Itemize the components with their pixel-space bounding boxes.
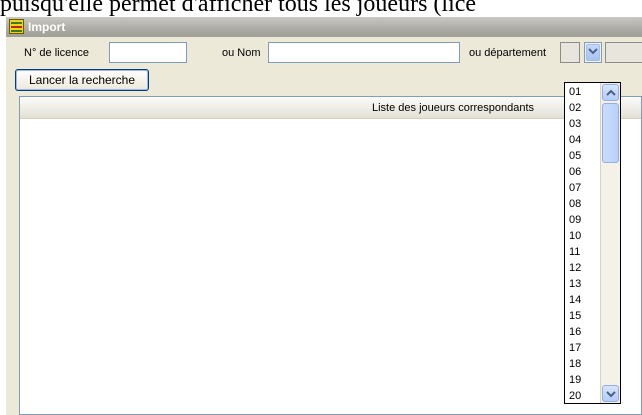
department-option[interactable]: 02 bbox=[565, 100, 600, 116]
department-option[interactable]: 20 bbox=[565, 388, 600, 403]
results-list[interactable]: Liste des joueurs correspondants bbox=[19, 96, 642, 415]
title-bar[interactable]: Import bbox=[6, 17, 642, 37]
department-option[interactable]: 15 bbox=[565, 308, 600, 324]
licence-label: N° de licence bbox=[24, 47, 89, 59]
department-option[interactable]: 03 bbox=[565, 116, 600, 132]
document-text: puisqu'elle permet d'afficher tous les j… bbox=[0, 0, 477, 17]
results-list-header[interactable]: Liste des joueurs correspondants bbox=[20, 97, 641, 119]
import-window: Import N° de licence ou Nom ou départeme… bbox=[6, 17, 642, 415]
name-input[interactable] bbox=[268, 42, 460, 63]
department-option[interactable]: 14 bbox=[565, 292, 600, 308]
department-option[interactable]: 17 bbox=[565, 340, 600, 356]
department-option[interactable]: 12 bbox=[565, 260, 600, 276]
name-label: ou Nom bbox=[222, 47, 261, 59]
scroll-down-button[interactable] bbox=[602, 385, 619, 402]
chevron-down-icon bbox=[606, 391, 616, 398]
department-option[interactable]: 01 bbox=[565, 84, 600, 100]
dropdown-scrollbar[interactable] bbox=[600, 83, 620, 403]
department-option[interactable]: 04 bbox=[565, 132, 600, 148]
licence-input[interactable] bbox=[109, 42, 187, 63]
department-option[interactable]: 13 bbox=[565, 276, 600, 292]
app-logo-icon bbox=[9, 19, 24, 34]
window-title: Import bbox=[28, 20, 66, 34]
scroll-up-button[interactable] bbox=[602, 84, 619, 101]
department-select[interactable] bbox=[560, 42, 580, 63]
department-label: ou département bbox=[469, 47, 547, 59]
department-option[interactable]: 05 bbox=[565, 148, 600, 164]
department-options: 01 02 03 04 05 06 07 08 09 10 11 12 13 1… bbox=[565, 84, 600, 403]
department-option[interactable]: 19 bbox=[565, 372, 600, 388]
chevron-down-icon bbox=[588, 48, 598, 55]
department-option[interactable]: 08 bbox=[565, 196, 600, 212]
department-option[interactable]: 06 bbox=[565, 164, 600, 180]
department-option[interactable]: 16 bbox=[565, 324, 600, 340]
department-option[interactable]: 18 bbox=[565, 356, 600, 372]
department-option[interactable]: 09 bbox=[565, 212, 600, 228]
department-dropdown-list[interactable]: 01 02 03 04 05 06 07 08 09 10 11 12 13 1… bbox=[564, 82, 621, 404]
department-option[interactable]: 11 bbox=[565, 244, 600, 260]
department-dropdown-button[interactable] bbox=[584, 42, 602, 63]
search-button[interactable]: Lancer la recherche bbox=[15, 69, 149, 91]
next-field-box bbox=[605, 42, 642, 63]
results-column-header: Liste des joueurs correspondants bbox=[372, 102, 535, 114]
department-option[interactable]: 10 bbox=[565, 228, 600, 244]
chevron-up-icon bbox=[606, 89, 616, 96]
department-option[interactable]: 07 bbox=[565, 180, 600, 196]
scroll-thumb[interactable] bbox=[602, 103, 619, 163]
